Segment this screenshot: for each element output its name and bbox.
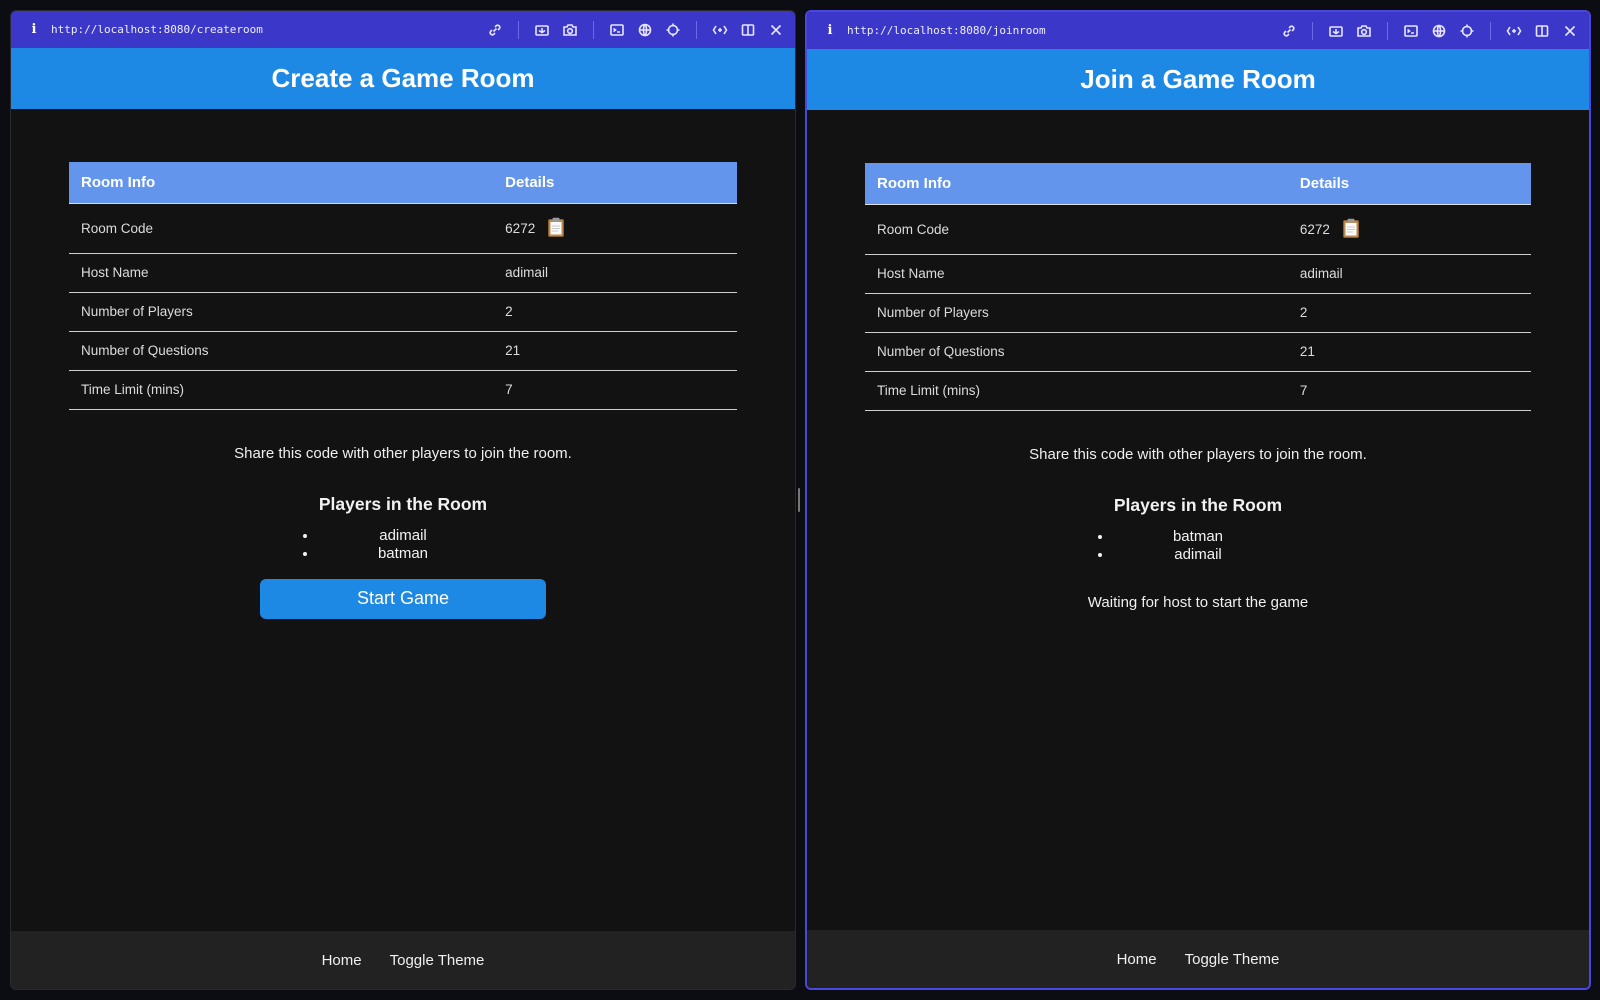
link-icon[interactable] bbox=[1280, 22, 1298, 40]
table-row: Host Name adimail bbox=[69, 253, 737, 293]
room-info-table: Room Info Details Room Code 6272 Host Na… bbox=[69, 162, 737, 410]
row-label: Number of Players bbox=[865, 293, 1288, 333]
terminal-icon[interactable] bbox=[608, 21, 626, 39]
row-value: 7 bbox=[1287, 371, 1531, 411]
row-label: Host Name bbox=[865, 254, 1288, 294]
room-code-cell: 6272 bbox=[493, 203, 737, 254]
row-value: 21 bbox=[1287, 332, 1531, 372]
create-room-pane: i http://localhost:8080/createroom Creat… bbox=[10, 10, 796, 990]
share-instructions: Share this code with other players to jo… bbox=[1029, 445, 1367, 463]
players-heading: Players in the Room bbox=[318, 493, 488, 514]
row-value: 2 bbox=[1287, 293, 1531, 333]
join-room-pane: i http://localhost:8080/joinroom Join a … bbox=[805, 10, 1591, 990]
url-bar: i http://localhost:8080/createroom bbox=[11, 11, 795, 48]
devices-icon[interactable] bbox=[1505, 22, 1523, 40]
room-info-table: Room Info Details Room Code 6272 Host Na… bbox=[865, 163, 1531, 411]
devices-icon[interactable] bbox=[711, 21, 729, 39]
url-text[interactable]: http://localhost:8080/joinroom bbox=[847, 24, 1270, 37]
waiting-status: Waiting for host to start the game bbox=[1087, 593, 1309, 611]
camera-icon[interactable] bbox=[561, 21, 579, 39]
footer: Home Toggle Theme bbox=[11, 931, 795, 989]
share-instructions: Share this code with other players to jo… bbox=[234, 444, 572, 462]
list-item: adimail bbox=[1113, 546, 1283, 564]
footer: Home Toggle Theme bbox=[807, 930, 1589, 988]
close-icon[interactable] bbox=[767, 21, 785, 39]
toolbar-divider bbox=[1312, 21, 1313, 40]
terminal-icon[interactable] bbox=[1402, 22, 1420, 40]
start-game-button[interactable]: Start Game bbox=[260, 578, 546, 619]
row-label: Number of Questions bbox=[69, 331, 494, 371]
info-icon[interactable]: i bbox=[27, 22, 41, 37]
crosshair-icon[interactable] bbox=[1458, 22, 1476, 40]
globe-icon[interactable] bbox=[636, 21, 654, 39]
url-text[interactable]: http://localhost:8080/createroom bbox=[51, 23, 476, 36]
footer-home-link[interactable]: Home bbox=[1117, 951, 1157, 968]
room-code-cell: 6272 bbox=[1287, 204, 1531, 255]
players-heading: Players in the Room bbox=[1113, 494, 1283, 515]
toolbar-divider bbox=[593, 20, 594, 39]
list-item: batman bbox=[1113, 528, 1283, 546]
row-value: adimail bbox=[1287, 254, 1531, 294]
list-item: adimail bbox=[318, 527, 488, 545]
column-header-room-info: Room Info bbox=[865, 163, 1288, 205]
clipboard-icon[interactable] bbox=[547, 217, 565, 240]
toolbar-divider bbox=[1387, 21, 1388, 40]
split-view-icon[interactable] bbox=[739, 21, 757, 39]
info-icon[interactable]: i bbox=[823, 23, 837, 38]
page-title: Join a Game Room bbox=[1080, 64, 1316, 94]
row-value: 7 bbox=[493, 370, 737, 410]
row-value: adimail bbox=[493, 253, 737, 293]
row-label: Time Limit (mins) bbox=[865, 371, 1288, 411]
column-header-details: Details bbox=[1287, 163, 1531, 205]
url-bar: i http://localhost:8080/joinroom bbox=[807, 12, 1589, 49]
table-row: Number of Questions 21 bbox=[865, 332, 1531, 372]
room-code-value: 6272 bbox=[505, 220, 536, 236]
clipboard-icon[interactable] bbox=[1342, 218, 1360, 241]
row-label: Time Limit (mins) bbox=[69, 370, 494, 410]
toolbar-divider bbox=[696, 20, 697, 39]
main-content: Room Info Details Room Code 6272 Host Na… bbox=[807, 110, 1589, 611]
table-row: Number of Questions 21 bbox=[69, 331, 737, 371]
table-row: Time Limit (mins) 7 bbox=[69, 370, 737, 410]
page-header: Create a Game Room bbox=[11, 48, 795, 109]
page-header: Join a Game Room bbox=[807, 49, 1589, 110]
screenshot-icon[interactable] bbox=[1327, 22, 1345, 40]
globe-icon[interactable] bbox=[1430, 22, 1448, 40]
column-header-details: Details bbox=[493, 162, 737, 204]
table-row: Number of Players 2 bbox=[865, 293, 1531, 333]
list-item: batman bbox=[318, 545, 488, 563]
table-row: Room Code 6272 bbox=[69, 203, 737, 254]
link-icon[interactable] bbox=[486, 21, 504, 39]
row-label: Number of Players bbox=[69, 292, 494, 332]
column-header-room-info: Room Info bbox=[69, 162, 494, 204]
footer-toggle-theme-link[interactable]: Toggle Theme bbox=[390, 952, 485, 969]
pane-resize-handle[interactable] bbox=[798, 488, 800, 512]
crosshair-icon[interactable] bbox=[664, 21, 682, 39]
row-label: Room Code bbox=[69, 203, 494, 254]
table-row: Host Name adimail bbox=[865, 254, 1531, 294]
page-title: Create a Game Room bbox=[271, 63, 535, 93]
players-list: batman adimail bbox=[1113, 528, 1283, 564]
toolbar-divider bbox=[1490, 21, 1491, 40]
table-row: Number of Players 2 bbox=[69, 292, 737, 332]
row-label: Room Code bbox=[865, 204, 1288, 255]
close-icon[interactable] bbox=[1561, 22, 1579, 40]
row-value: 2 bbox=[493, 292, 737, 332]
players-list: adimail batman bbox=[318, 527, 488, 563]
table-row: Time Limit (mins) 7 bbox=[865, 371, 1531, 411]
toolbar-divider bbox=[518, 20, 519, 39]
row-label: Host Name bbox=[69, 253, 494, 293]
table-row: Room Code 6272 bbox=[865, 204, 1531, 255]
camera-icon[interactable] bbox=[1355, 22, 1373, 40]
split-view-icon[interactable] bbox=[1533, 22, 1551, 40]
main-content: Room Info Details Room Code 6272 Host Na… bbox=[11, 109, 795, 619]
screenshot-icon[interactable] bbox=[533, 21, 551, 39]
room-code-value: 6272 bbox=[1299, 221, 1330, 237]
row-value: 21 bbox=[493, 331, 737, 371]
footer-toggle-theme-link[interactable]: Toggle Theme bbox=[1185, 951, 1280, 968]
row-label: Number of Questions bbox=[865, 332, 1288, 372]
footer-home-link[interactable]: Home bbox=[322, 952, 362, 969]
